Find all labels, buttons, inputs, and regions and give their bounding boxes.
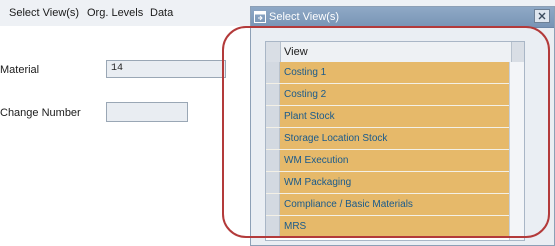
view-name: Compliance / Basic Materials (284, 199, 413, 210)
view-name: Plant Stock (284, 111, 335, 122)
row-selector[interactable] (266, 84, 280, 105)
table-row[interactable]: Storage Location Stock (266, 128, 512, 150)
change-number-label: Change Number (0, 107, 81, 119)
view-name: Costing 1 (284, 67, 327, 78)
view-name: Storage Location Stock (284, 133, 388, 144)
table-row[interactable]: Compliance / Basic Materials (266, 194, 512, 216)
material-label: Material (0, 64, 40, 76)
column-header-view[interactable]: View (284, 46, 308, 58)
view-name: WM Packaging (284, 177, 352, 188)
close-button[interactable] (534, 9, 550, 23)
views-table: View Costing 1 Costing 2 Plant Stock Sto… (265, 41, 525, 241)
row-selector[interactable] (266, 106, 280, 127)
row-selector[interactable] (266, 62, 280, 83)
column-settings-cell[interactable] (511, 42, 524, 62)
vertical-scrollbar[interactable] (509, 62, 524, 240)
menu-item-data[interactable]: Data (150, 7, 173, 19)
view-name: Costing 2 (284, 89, 327, 100)
menu-item-select-views[interactable]: Select View(s) (9, 7, 79, 19)
row-selector[interactable] (266, 128, 280, 149)
menu-item-org-levels[interactable]: Org. Levels (87, 7, 143, 19)
select-views-dialog: Select View(s) View Costing 1 Costing 2 … (250, 6, 555, 246)
table-header: View (266, 42, 524, 63)
view-name: WM Execution (284, 155, 349, 166)
close-icon (538, 12, 546, 20)
table-row[interactable]: WM Execution (266, 150, 512, 172)
row-selector[interactable] (266, 194, 280, 215)
row-selector[interactable] (266, 172, 280, 193)
material-field[interactable]: 14 (106, 60, 226, 78)
dialog-titlebar[interactable]: Select View(s) (251, 7, 554, 28)
view-name: MRS (284, 221, 307, 232)
dialog-title: Select View(s) (269, 11, 340, 23)
change-number-field[interactable] (106, 102, 188, 122)
table-row[interactable]: Plant Stock (266, 106, 512, 128)
row-selector[interactable] (266, 216, 280, 237)
row-selector[interactable] (266, 150, 280, 171)
table-row[interactable]: Costing 1 (266, 62, 512, 84)
table-row[interactable]: MRS (266, 216, 512, 238)
select-all-cell[interactable] (266, 42, 281, 62)
table-row[interactable]: Costing 2 (266, 84, 512, 106)
table-row[interactable]: WM Packaging (266, 172, 512, 194)
window-icon (254, 11, 266, 23)
